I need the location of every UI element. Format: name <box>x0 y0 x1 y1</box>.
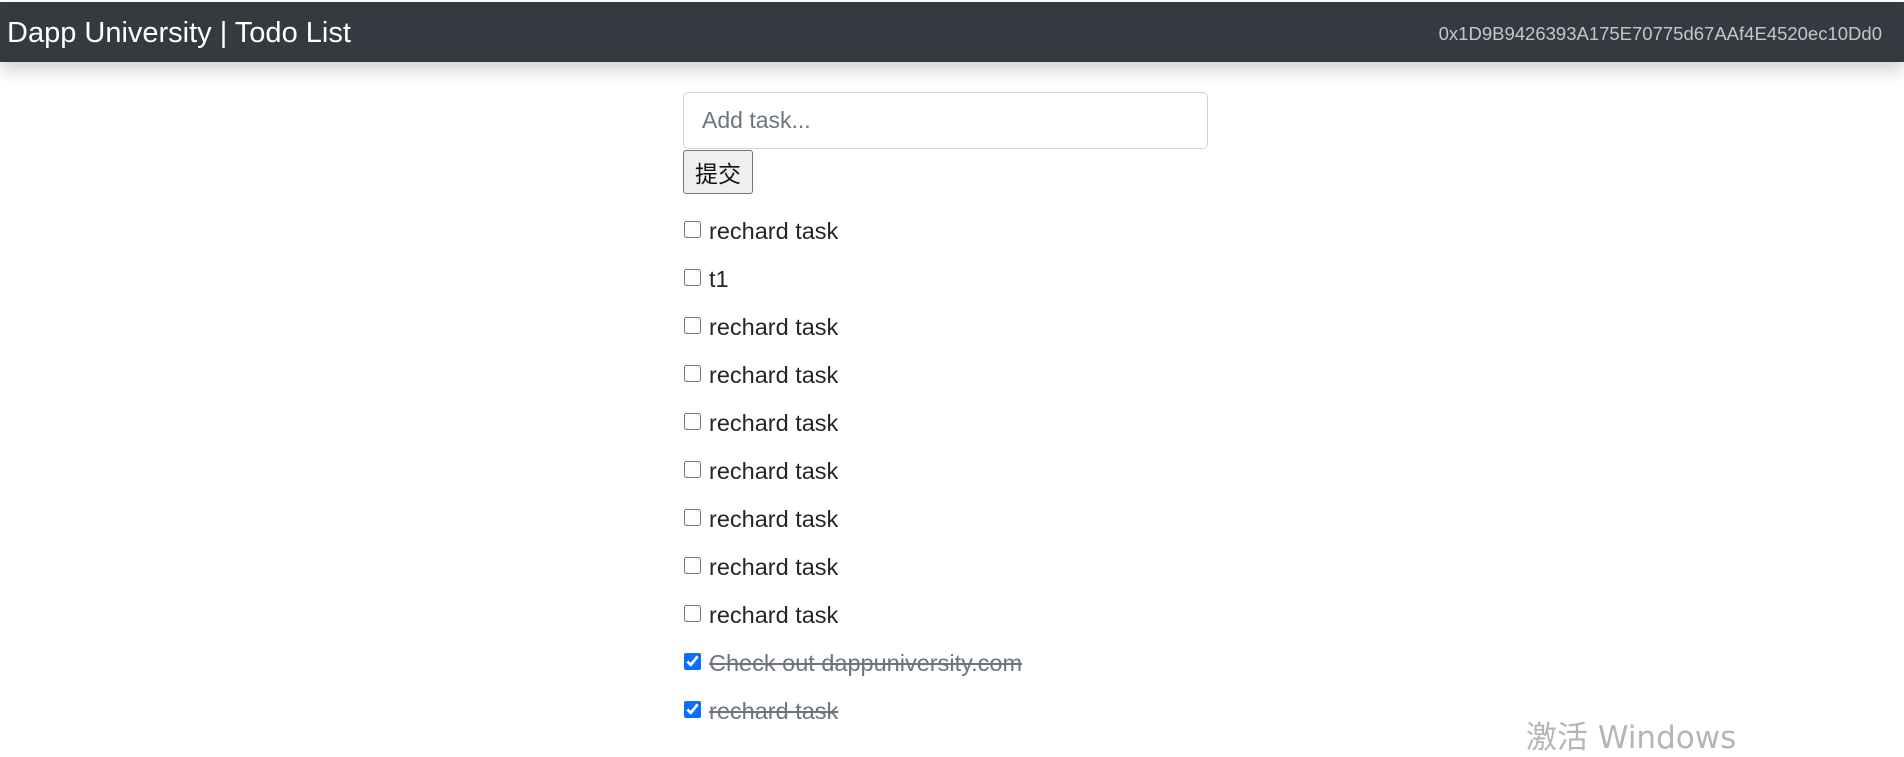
task-checkbox[interactable] <box>684 268 701 286</box>
brand-title[interactable]: Dapp University | Todo List <box>7 2 351 62</box>
task-checkbox[interactable] <box>684 652 701 670</box>
task-checkbox[interactable] <box>684 460 701 478</box>
task-content: Check out dappuniversity.com <box>709 649 1023 676</box>
todo-main: 提交 rechard task t1 rechard task rechard … <box>683 92 1208 724</box>
task-checkbox[interactable] <box>684 412 701 430</box>
task-item: rechard task <box>683 495 1022 543</box>
task-content: rechard task <box>709 217 839 244</box>
task-checkbox[interactable] <box>684 316 701 334</box>
task-item: rechard task <box>683 543 1022 591</box>
task-item: rechard task <box>683 399 1022 447</box>
task-item: rechard task <box>683 687 1022 735</box>
add-task-input[interactable] <box>683 92 1208 149</box>
task-content: rechard task <box>709 505 839 532</box>
task-item: Check out dappuniversity.com <box>683 639 1022 687</box>
windows-activation-watermark: 激活 Windows <box>1526 720 1737 756</box>
task-item: rechard task <box>683 207 1022 255</box>
task-content: rechard task <box>709 601 839 628</box>
task-item: rechard task <box>683 591 1022 639</box>
task-item: rechard task <box>683 351 1022 399</box>
submit-button[interactable]: 提交 <box>683 150 753 194</box>
task-content: rechard task <box>709 553 839 580</box>
task-item: t1 <box>683 255 1022 303</box>
task-content: rechard task <box>709 697 839 724</box>
task-list: rechard task t1 rechard task rechard tas… <box>683 207 1022 735</box>
account-address: 0x1D9B9426393A175E70775d67AAf4E4520ec10D… <box>1438 23 1882 44</box>
task-checkbox[interactable] <box>684 700 701 718</box>
task-content: rechard task <box>709 361 839 388</box>
task-content: rechard task <box>709 457 839 484</box>
task-content: rechard task <box>709 313 839 340</box>
task-checkbox[interactable] <box>684 556 701 574</box>
task-checkbox[interactable] <box>684 508 701 526</box>
add-task-form: 提交 <box>683 92 1208 194</box>
navbar: Dapp University | Todo List 0x1D9B942639… <box>0 2 1904 62</box>
task-content: t1 <box>709 265 729 292</box>
task-item: rechard task <box>683 303 1022 351</box>
task-item: rechard task <box>683 447 1022 495</box>
task-checkbox[interactable] <box>684 220 701 238</box>
task-checkbox[interactable] <box>684 364 701 382</box>
task-checkbox[interactable] <box>684 604 701 622</box>
task-content: rechard task <box>709 409 839 436</box>
